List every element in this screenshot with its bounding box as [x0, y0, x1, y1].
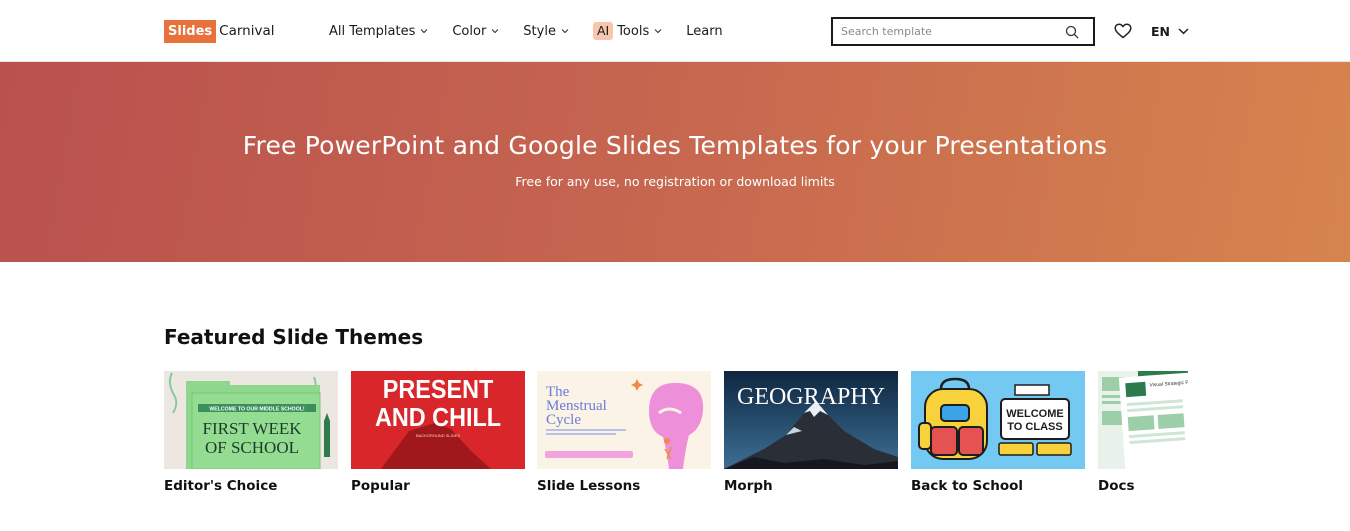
top-header: Slides Carnival All Templates Color Styl… [0, 0, 1350, 62]
nav-all-templates-label: All Templates [329, 23, 416, 39]
nav-learn[interactable]: Learn [686, 24, 722, 39]
chevron-down-icon [654, 27, 662, 35]
thumb-title-line1: WELCOME [1006, 408, 1063, 420]
search-icon[interactable] [1063, 23, 1081, 41]
nav-all-templates[interactable]: All Templates [329, 24, 428, 39]
nav-ai-tools-label: Tools [617, 23, 650, 39]
chevron-down-icon [1178, 27, 1189, 35]
logo-carnival-text: Carnival [219, 23, 275, 39]
nav-learn-label: Learn [686, 23, 723, 39]
thumb-title-line3: Cycle [546, 412, 581, 428]
theme-card-label: Editor's Choice [164, 478, 278, 494]
featured-themes-row: WELCOME TO OUR MIDDLE SCHOOL! FIRST WEEK… [164, 371, 1188, 531]
thumb-title: GEOGRAPHY [737, 384, 885, 410]
theme-card-popular[interactable]: PRESENT AND CHILL BACKGROUND SLIDES Popu… [351, 371, 525, 494]
theme-thumbnail: The Menstrual Cycle [537, 371, 711, 469]
theme-card-label: Slide Lessons [537, 478, 641, 494]
theme-card-docs[interactable]: Visual Strategic Plan Docs [1098, 371, 1188, 494]
theme-card-back-to-school[interactable]: WELCOME TO CLASS Back to School [911, 371, 1085, 494]
hero-subtitle: Free for any use, no registration or dow… [515, 174, 835, 189]
theme-card-label: Docs [1098, 478, 1135, 494]
thumb-title-line1: PRESENT [383, 376, 493, 404]
theme-thumbnail: Visual Strategic Plan [1098, 371, 1188, 469]
language-selector[interactable]: EN [1151, 21, 1189, 41]
hero-banner: Free PowerPoint and Google Slides Templa… [0, 62, 1350, 262]
site-logo[interactable]: Slides Carnival [164, 19, 274, 44]
theme-card-label: Popular [351, 478, 410, 494]
theme-thumbnail: WELCOME TO CLASS [911, 371, 1085, 469]
main-nav: All Templates Color Style AI Tools Learn [329, 20, 747, 42]
chevron-down-icon [420, 27, 428, 35]
thumb-small-text: BACKGROUND SLIDES [416, 433, 460, 438]
search-box [831, 17, 1095, 46]
language-value: EN [1151, 23, 1171, 39]
nav-color[interactable]: Color [452, 24, 499, 39]
heart-icon[interactable] [1113, 21, 1133, 41]
theme-card-label: Back to School [911, 478, 1024, 494]
chevron-down-icon [561, 27, 569, 35]
hero-title: Free PowerPoint and Google Slides Templa… [242, 131, 1108, 160]
nav-style-label: Style [523, 23, 556, 39]
thumb-title-line2: TO CLASS [1007, 421, 1062, 433]
featured-section-title: Featured Slide Themes [164, 325, 424, 349]
thumb-title-line1: FIRST WEEK [202, 419, 302, 438]
nav-ai-tools[interactable]: AI Tools [592, 22, 662, 40]
search-input[interactable] [833, 19, 1053, 44]
theme-card-editors-choice[interactable]: WELCOME TO OUR MIDDLE SCHOOL! FIRST WEEK… [164, 371, 338, 494]
theme-card-label: Morph [724, 478, 773, 494]
theme-thumbnail: WELCOME TO OUR MIDDLE SCHOOL! FIRST WEEK… [164, 371, 338, 469]
thumb-title-line2: AND CHILL [375, 404, 501, 432]
theme-thumbnail: GEOGRAPHY [724, 371, 898, 469]
logo-slides-box: Slides [164, 20, 217, 43]
theme-card-slide-lessons[interactable]: The Menstrual Cycle Slide Lessons [537, 371, 711, 494]
theme-thumbnail: PRESENT AND CHILL BACKGROUND SLIDES [351, 371, 525, 469]
theme-card-morph[interactable]: GEOGRAPHY Morph [724, 371, 898, 494]
chevron-down-icon [491, 27, 499, 35]
nav-color-label: Color [452, 23, 487, 39]
ai-badge: AI [592, 22, 614, 40]
thumb-banner-text: WELCOME TO OUR MIDDLE SCHOOL! [209, 407, 305, 413]
nav-style[interactable]: Style [523, 24, 569, 39]
thumb-title-line2: OF SCHOOL [205, 438, 299, 457]
